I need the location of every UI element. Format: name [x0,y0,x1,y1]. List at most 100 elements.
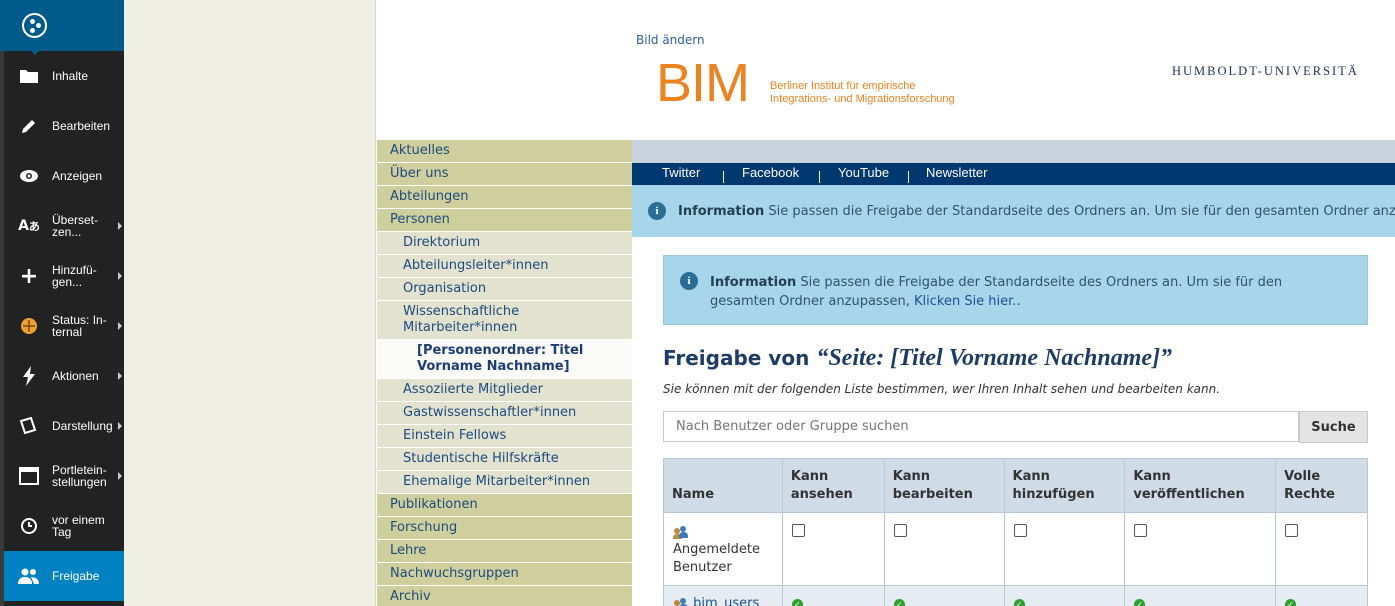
nav-item[interactable]: Abteilungen [377,186,632,209]
toolbar-item-translate[interactable]: Aあ Überset- zen... [4,201,124,251]
granted-check-icon: ✓ [1013,599,1025,606]
info-banner-top: i Information Sie passen die Freigabe de… [632,185,1395,237]
twitter-link[interactable]: Twitter [662,165,700,180]
permission-cell: ✓ [1003,585,1126,606]
nav-item[interactable]: Einstein Fellows [377,425,632,448]
facebook-link[interactable]: Facebook [742,165,799,180]
nav-item[interactable]: Publikationen [377,494,632,517]
users-icon [18,565,40,587]
nav-item[interactable]: Abteilungsleiter*innen [377,255,632,278]
university-logo[interactable]: HUMBOLDT-UNIVERSITÄ [1172,64,1359,79]
pencil-icon [18,115,40,137]
submenu-arrow-icon [118,322,122,330]
toolbar-item-status[interactable]: Status: In- ternal [4,301,124,351]
social-separator [819,171,820,183]
nav-item[interactable]: Wissenschaftliche Mitarbeiter*innen [377,301,632,340]
plone-logo-icon [22,13,47,38]
nav-item[interactable]: Gastwissenschaftler*innen [377,402,632,425]
header-strip [632,140,1395,163]
display-icon [18,415,40,437]
search-button[interactable]: Suche [1299,411,1368,443]
folder-icon [18,65,40,87]
nav-item[interactable]: Organisation [377,278,632,301]
principal-cell: bim_users [663,585,783,606]
toolbar-item-label: Überset- zen... [52,213,99,239]
nav-item[interactable]: Assoziierte Mitglieder [377,379,632,402]
submenu-arrow-icon [118,422,122,430]
full-rights-checkbox[interactable] [1285,524,1299,537]
page-description: Sie können mit der folgenden Liste besti… [663,382,1221,396]
plone-toolbar: Inhalte Bearbeiten Anzeigen Aあ Überset- zen.… [0,0,124,606]
nav-item-current[interactable]: [Personenordner: Titel Vorname Nachname] [377,340,632,379]
folder-sharing-link[interactable]: Klicken Sie hier. [914,294,1016,309]
nav-item[interactable]: Aktuelles [377,140,632,163]
permission-cell: ✓ [883,585,1005,606]
eye-icon [18,165,40,187]
panel-divider [375,0,376,606]
table-row: bim_users ✓ ✓ ✓ ✓ ✓ [663,585,1368,606]
toolbar-item-label: Aktionen [52,369,99,383]
permission-cell [1003,512,1126,586]
nav-item[interactable]: Ehemalige Mitarbeiter*innen [377,471,632,494]
toolbar-item-label: Status: In- ternal [52,313,107,339]
col-full-rights: Volle Rechte [1275,458,1368,513]
submenu-arrow-icon [118,272,122,280]
nav-item[interactable]: Nachwuchsgruppen [377,563,632,586]
clock-icon [18,515,40,537]
can-publish-checkbox[interactable] [1134,524,1148,537]
toolbar-item-label: Inhalte [52,69,89,83]
toolbar-item-display[interactable]: Darstellung [4,401,124,451]
principal-name-link[interactable]: bim_users [693,596,759,606]
toolbar-item-sharing[interactable]: Freigabe [4,551,124,601]
submenu-arrow-icon [118,372,122,380]
bim-logo-subtitle-line2: Integrations- und Migrationsforschung [770,93,955,105]
status-icon [18,315,40,337]
info-box-text: Information Sie passen die Freigabe der … [710,273,1330,311]
toolbar-item-label: Freigabe [52,569,100,583]
plone-logo-button[interactable] [0,0,124,55]
nav-item[interactable]: Über uns [377,163,632,186]
can-edit-checkbox[interactable] [893,524,907,537]
left-navigation: Aktuelles Über uns Abteilungen Personen Dire… [377,140,632,606]
permission-cell: ✓ [781,585,885,606]
bim-logo-subtitle: Berliner Institut für empirische Integra… [770,80,990,106]
info-box: i Information Sie passen die Freigabe de… [663,255,1368,325]
col-can-edit: Kann bearbeiten [883,458,1005,513]
toolbar-item-actions[interactable]: Aktionen [4,351,124,401]
submenu-arrow-icon [118,472,122,480]
youtube-link[interactable]: YouTube [838,165,889,180]
permission-cell [1124,512,1277,586]
social-separator [723,171,724,183]
nav-item[interactable]: Personen [377,209,632,232]
toolbar-item-view[interactable]: Anzeigen [4,151,124,201]
toolbar-item-add[interactable]: + Hinzufü- gen... [4,251,124,301]
nav-item[interactable]: Lehre [377,540,632,563]
permission-cell [781,512,885,586]
social-bar: Twitter Facebook YouTube Newsletter [632,163,1395,185]
permission-cell: ✓ [1124,585,1277,606]
toolbar-item-portlets[interactable]: Portletein- stellungen [4,451,124,501]
granted-check-icon: ✓ [1134,599,1146,606]
col-can-add: Kann hinzufügen [1003,458,1126,513]
group-icon [673,597,689,606]
search-input[interactable] [663,411,1299,442]
newsletter-link[interactable]: Newsletter [926,165,987,180]
granted-check-icon: ✓ [893,599,905,606]
nav-item[interactable]: Studentische Hilfskräfte [377,448,632,471]
nav-item[interactable]: Archiv [377,586,632,606]
toolbar-item-edit[interactable]: Bearbeiten [4,101,124,151]
change-image-link[interactable]: Bild ändern [636,33,705,47]
granted-check-icon: ✓ [791,599,803,606]
nav-item[interactable]: Forschung [377,517,632,540]
toolbar-item-contents[interactable]: Inhalte [4,51,124,101]
toolbar-item-history[interactable]: vor einem Tag [4,501,124,551]
info-label: Information [710,275,797,290]
logo-dot [30,19,35,24]
info-icon: i [648,202,666,220]
principal-name: Angemeldete Benutzer [673,542,761,575]
page-title: Freigabe von “Seite: [Titel Vorname Nach… [663,345,1172,372]
can-add-checkbox[interactable] [1013,524,1027,537]
permission-cell [1275,512,1368,586]
can-view-checkbox[interactable] [791,524,805,537]
nav-item[interactable]: Direktorium [377,232,632,255]
